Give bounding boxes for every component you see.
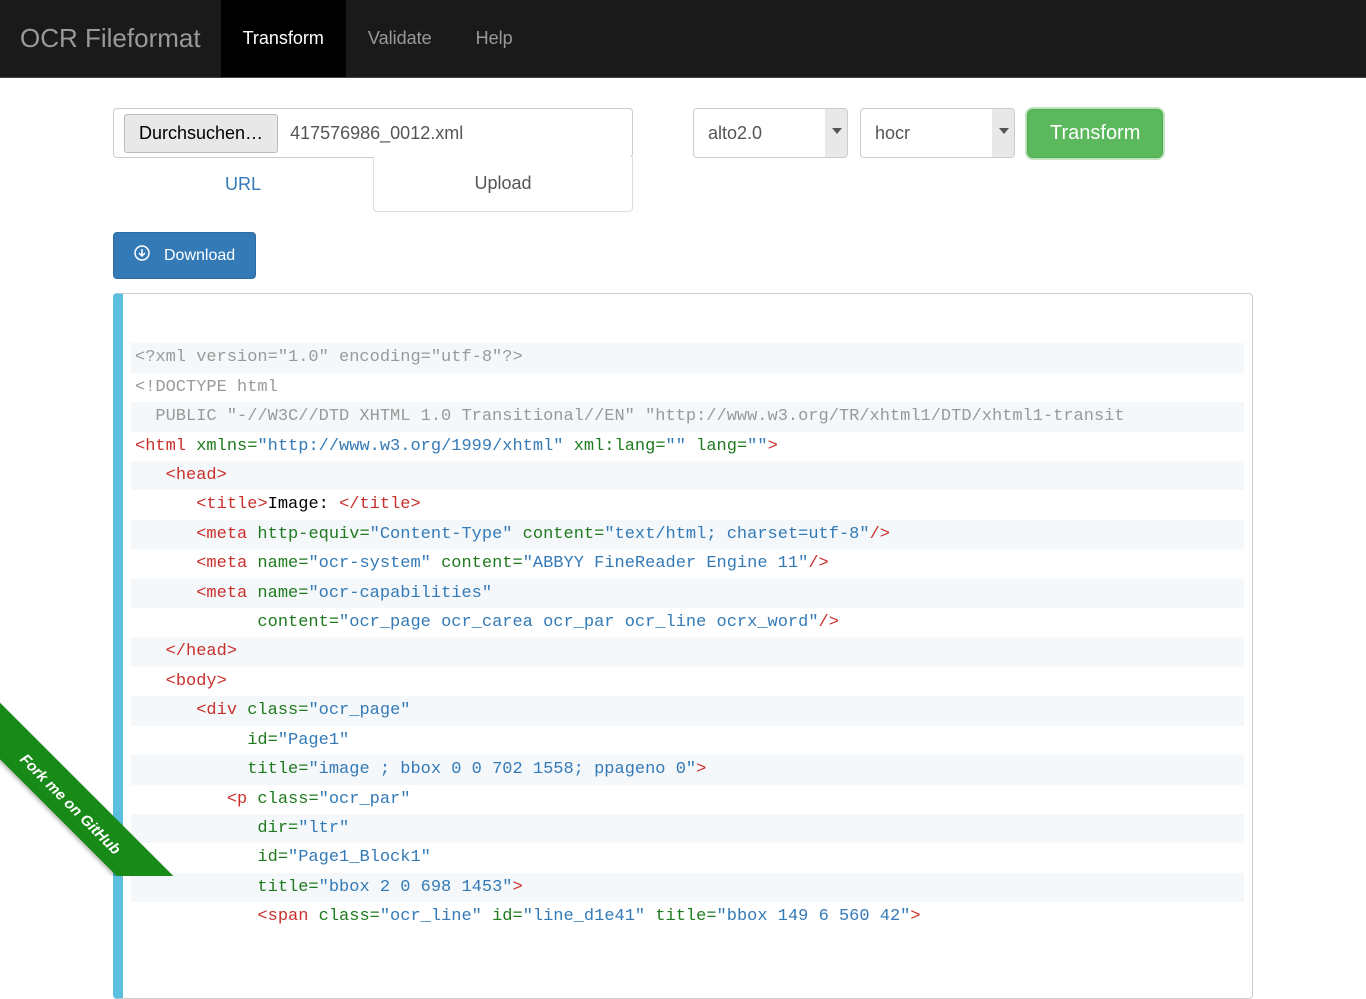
download-button[interactable]: Download (113, 232, 256, 279)
file-name-label: 417576986_0012.xml (278, 123, 475, 144)
input-tabs: URL Upload (113, 157, 633, 212)
navbar: OCR Fileformat Transform Validate Help (0, 0, 1366, 78)
nav-validate[interactable]: Validate (346, 0, 454, 77)
browse-button[interactable]: Durchsuchen… (124, 114, 278, 153)
nav-transform[interactable]: Transform (221, 0, 346, 77)
output-code-panel: <?xml version="1.0" encoding="utf-8"?><!… (113, 293, 1253, 999)
download-icon (134, 245, 150, 266)
transform-button[interactable]: Transform (1027, 109, 1163, 158)
nav-help[interactable]: Help (454, 0, 535, 77)
file-input[interactable]: Durchsuchen… 417576986_0012.xml (113, 108, 633, 158)
to-format-select[interactable]: hocr (860, 108, 1015, 158)
download-label: Download (164, 247, 235, 265)
tab-upload[interactable]: Upload (373, 157, 633, 212)
tab-url[interactable]: URL (113, 157, 373, 212)
from-format-select[interactable]: alto2.0 (693, 108, 848, 158)
brand-link[interactable]: OCR Fileformat (0, 3, 221, 74)
